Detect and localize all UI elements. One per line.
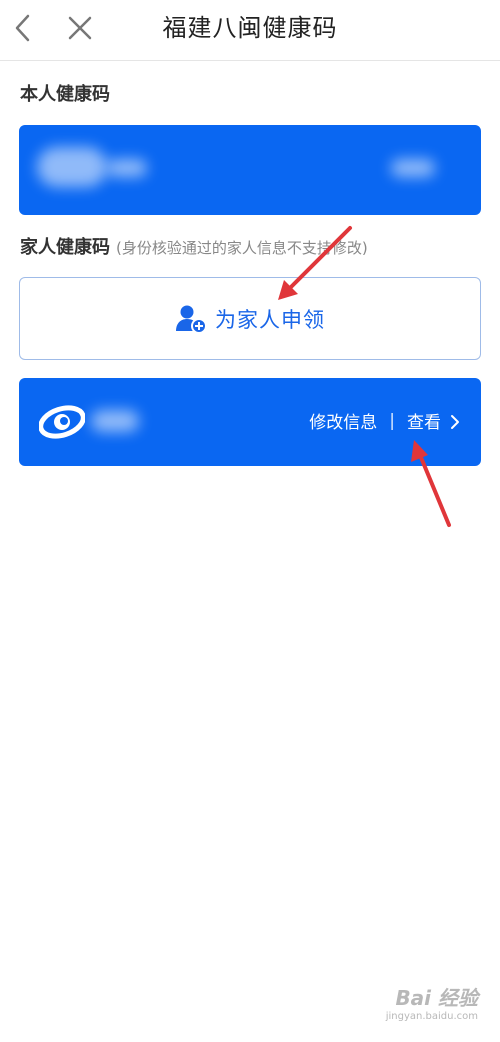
self-section-label: 本人健康码	[20, 84, 110, 105]
watermark-logo: Bai 经验	[395, 986, 478, 1010]
apply-for-family-label: 为家人申领	[215, 307, 325, 332]
blurred-name	[107, 159, 147, 177]
family-section-title: 家人健康码	[20, 237, 110, 258]
edit-info-link[interactable]: 修改信息	[309, 408, 377, 433]
blurred-info	[391, 159, 435, 177]
family-member-card: 修改信息 | 查看	[19, 378, 481, 466]
watermark-url: jingyan.baidu.com	[385, 1011, 478, 1022]
view-link[interactable]: 查看	[407, 408, 441, 433]
blurred-avatar	[37, 147, 107, 187]
family-section-label: 家人健康码 (身份核验通过的家人信息不支持修改)	[20, 233, 368, 259]
top-nav-bar: 福建八闽健康码	[0, 0, 500, 61]
chevron-right-icon[interactable]	[449, 413, 461, 431]
apply-for-family-button[interactable]: 为家人申领	[19, 277, 481, 360]
add-user-icon	[176, 305, 207, 334]
family-actions: 修改信息 | 查看	[309, 408, 441, 434]
blurred-family-name	[91, 410, 139, 432]
action-separator: |	[389, 410, 395, 431]
page-title: 福建八闽健康码	[162, 14, 338, 42]
family-section-note: (身份核验通过的家人信息不支持修改)	[116, 239, 368, 257]
eye-logo-icon	[39, 405, 85, 439]
self-health-code-card[interactable]	[19, 125, 481, 215]
page: 福建八闽健康码 本人健康码 家人健康码 (身份核验通过的家人信息不支持修改) 为家…	[0, 0, 500, 1042]
watermark: Bai 经验 jingyan.baidu.com	[386, 982, 478, 1022]
